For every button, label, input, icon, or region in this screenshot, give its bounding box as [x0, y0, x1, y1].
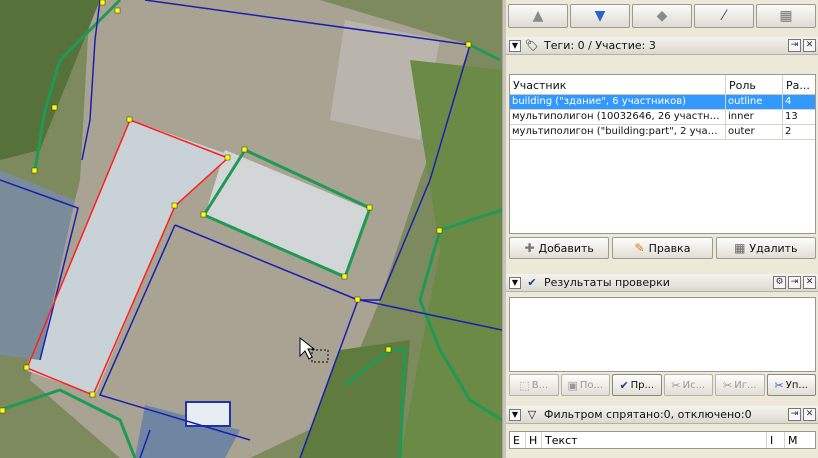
move-down-button[interactable]: ▼	[570, 4, 630, 28]
ignore-button[interactable]: ✂ Иг...	[715, 374, 765, 396]
detach-icon[interactable]: ⇥	[788, 408, 801, 421]
column-position[interactable]: Ра...	[783, 75, 815, 94]
detach-icon[interactable]: ⇥	[788, 276, 801, 289]
validate-button[interactable]: ✔ Пр...	[612, 374, 662, 396]
filter-icon: ▽	[527, 408, 537, 421]
zoom-to-icon: ◆	[656, 8, 668, 24]
side-panel: ▲ ▼ ◆ ⁄ ▦ ▼ 🏷 Теги: 0 / Участие: 3 ⇥ ✕ У…	[506, 0, 818, 458]
settings-icon[interactable]: ⚙	[773, 276, 786, 289]
wand-icon: ⁄	[722, 8, 726, 24]
collapse-icon[interactable]: ▼	[509, 408, 521, 421]
cursor-icon: ⬚	[519, 378, 530, 392]
tag-icon: 🏷	[525, 39, 539, 52]
members-table: Участник Роль Ра... building ("здание", …	[509, 74, 816, 234]
zoom-to-button[interactable]: ◆	[632, 4, 692, 28]
table-row[interactable]: building ("здание", 6 участников) outlin…	[510, 95, 815, 110]
column-enabled[interactable]: E	[510, 432, 526, 448]
validation-actions: ⬚ В... ▣ По... ✔ Пр... ✂ Ис... ✂ Иг... ✂ Уп...	[509, 374, 816, 396]
position-cell: 4	[783, 95, 815, 109]
plus-icon: ✚	[524, 241, 535, 255]
select-button[interactable]: ⬚ В...	[509, 374, 559, 396]
filter-table-header: E H Текст I M	[509, 431, 816, 449]
delete-member-button[interactable]: ▦	[756, 4, 816, 28]
wrench-icon: ✂	[723, 378, 733, 392]
close-icon[interactable]: ✕	[803, 39, 816, 52]
add-button[interactable]: ✚ Добавить	[509, 237, 610, 259]
map-canvas[interactable]	[0, 0, 502, 458]
pencil-icon: ✎	[634, 241, 645, 255]
trash-icon: ▦	[779, 8, 793, 24]
delete-button[interactable]: ▦ Удалить	[715, 237, 816, 259]
filter-dialog-title: Фильтром спрятано:0, отключено:0	[544, 408, 752, 421]
relation-toolbar: ▲ ▼ ◆ ⁄ ▦	[508, 4, 816, 30]
arrow-down-icon: ▼	[594, 8, 606, 24]
validation-dialog-title-bar: ▼ ✔ Результаты проверки ⚙ ⇥ ✕	[506, 274, 818, 292]
collapse-icon[interactable]: ▼	[509, 276, 521, 289]
table-row[interactable]: мультиполигон ("building:part", 2 участн…	[510, 125, 815, 140]
column-role[interactable]: Роль	[726, 75, 783, 94]
fix-button[interactable]: ✂ Ис...	[663, 374, 713, 396]
map-view[interactable]	[0, 0, 502, 458]
member-cell: мультиполигон (10032646, 26 участников)	[512, 110, 726, 124]
validation-results-list[interactable]	[509, 297, 816, 372]
move-up-button[interactable]: ▲	[508, 4, 568, 28]
zoom-icon: ▣	[567, 378, 578, 392]
relation-dialog-title: Теги: 0 / Участие: 3	[544, 39, 656, 52]
member-cell: мультиполигон ("building:part", 2 участн…	[512, 125, 726, 139]
members-table-header: Участник Роль Ра...	[510, 75, 815, 95]
wand-button[interactable]: ⁄	[694, 4, 754, 28]
member-cell: building ("здание", 6 участников)	[510, 95, 726, 109]
role-cell: inner	[726, 110, 783, 124]
manage-button[interactable]: ✂ Уп...	[766, 374, 816, 396]
arrow-up-icon: ▲	[532, 8, 544, 24]
column-inverted[interactable]: I	[767, 432, 785, 448]
role-cell: outer	[726, 125, 783, 139]
column-hidden[interactable]: H	[526, 432, 542, 448]
filter-dialog-title-bar: ▼ ▽ Фильтром спрятано:0, отключено:0 ⇥ ✕	[506, 406, 818, 424]
table-row[interactable]: мультиполигон (10032646, 26 участников) …	[510, 110, 815, 125]
checkmark-icon: ✔	[527, 276, 537, 289]
collapse-icon[interactable]: ▼	[509, 39, 521, 52]
trash-icon: ▦	[734, 241, 746, 255]
detach-icon[interactable]: ⇥	[788, 39, 801, 52]
column-mode[interactable]: M	[785, 432, 815, 448]
zoom-problem-button[interactable]: ▣ По...	[560, 374, 610, 396]
column-member[interactable]: Участник	[510, 75, 726, 94]
check-icon: ✔	[619, 378, 629, 392]
column-text[interactable]: Текст	[542, 432, 767, 448]
position-cell: 13	[785, 111, 798, 122]
role-cell: outline	[726, 95, 783, 109]
close-icon[interactable]: ✕	[803, 408, 816, 421]
edit-button[interactable]: ✎ Правка	[612, 237, 713, 259]
wrench-icon: ✂	[774, 378, 784, 392]
close-icon[interactable]: ✕	[803, 276, 816, 289]
validation-dialog-title: Результаты проверки	[544, 276, 670, 289]
position-cell: 2	[785, 126, 792, 137]
wrench-icon: ✂	[671, 378, 681, 392]
relation-actions: ✚ Добавить ✎ Правка ▦ Удалить	[509, 237, 816, 259]
relation-dialog-title-bar: ▼ 🏷 Теги: 0 / Участие: 3 ⇥ ✕	[506, 37, 818, 55]
